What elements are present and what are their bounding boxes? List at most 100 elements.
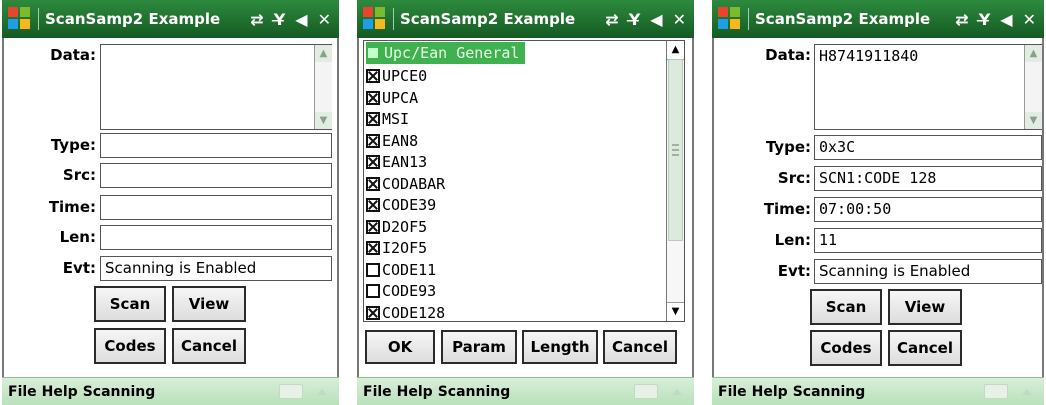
data-textarea[interactable] (100, 44, 332, 130)
screen-scan-form-empty: ScanSamp2 Example ⇄ Y̶ ◀ ✕ Data: ▲ ▼ Type… (2, 0, 339, 405)
list-group-header[interactable]: Upc/Ean General (366, 42, 526, 64)
menu-scanning[interactable]: Scanning (83, 384, 156, 400)
close-icon[interactable]: ✕ (318, 10, 331, 29)
title-bar: ScanSamp2 Example ⇄ Y̶ ◀ ✕ (357, 0, 694, 38)
signal-off-icon[interactable]: Y̶ (629, 10, 641, 29)
list-item[interactable]: CODE93 (366, 280, 436, 302)
time-field[interactable]: 07:00:50 (814, 197, 1042, 222)
checkbox-checked-icon[interactable] (366, 133, 380, 148)
len-label: Len: (774, 231, 811, 249)
volume-icon[interactable]: ◀ (295, 10, 307, 29)
windows-start-icon[interactable] (718, 7, 742, 31)
checkbox-checked-icon[interactable] (366, 198, 380, 212)
title-bar: ScanSamp2 Example ⇄ Y̶ ◀ ✕ (2, 0, 339, 38)
list-item[interactable]: EAN13 (366, 151, 427, 173)
time-field[interactable] (100, 195, 332, 220)
view-button[interactable]: View (888, 289, 962, 325)
type-field[interactable]: 0x3C (814, 135, 1042, 160)
data-textarea[interactable]: H8741911840 (814, 44, 1042, 130)
close-icon[interactable]: ✕ (1023, 10, 1036, 29)
list-item[interactable]: I2OF5 (366, 237, 427, 259)
title-separator (393, 8, 394, 30)
evt-field[interactable]: Scanning is Enabled (814, 259, 1042, 284)
data-scrollbar[interactable]: ▲ ▼ (1024, 45, 1042, 129)
scroll-up-icon[interactable]: ▲ (667, 41, 684, 60)
input-panel-caret-icon[interactable] (1022, 388, 1032, 395)
keyboard-icon[interactable] (634, 384, 658, 399)
scan-button[interactable]: Scan (810, 289, 882, 325)
ok-button[interactable]: OK (365, 330, 435, 364)
list-item[interactable]: EAN8 (366, 130, 418, 152)
cancel-button[interactable]: Cancel (172, 328, 246, 364)
connectivity-icon[interactable]: ⇄ (605, 10, 618, 29)
checkbox-checked-icon[interactable] (366, 241, 380, 255)
menu-scanning[interactable]: Scanning (793, 384, 866, 400)
connectivity-icon[interactable]: ⇄ (955, 10, 968, 29)
close-icon[interactable]: ✕ (673, 10, 686, 29)
signal-off-icon[interactable]: Y̶ (979, 10, 991, 29)
checkbox-checked-icon[interactable] (366, 69, 380, 83)
checkbox-checked-icon[interactable] (366, 219, 380, 234)
cancel-button[interactable]: Cancel (603, 330, 677, 364)
menu-file[interactable]: File (8, 384, 37, 400)
menu-help[interactable]: Help (752, 384, 788, 400)
list-item[interactable]: CODE11 (366, 259, 436, 281)
data-scrollbar[interactable]: ▲ ▼ (314, 45, 332, 129)
src-field[interactable] (100, 163, 332, 188)
checkbox-checked-icon[interactable] (366, 305, 380, 320)
codes-button[interactable]: Codes (810, 330, 882, 366)
list-scrollbar[interactable]: ▲ ▼ (666, 41, 684, 321)
keyboard-icon[interactable] (279, 384, 303, 399)
windows-start-icon[interactable] (8, 7, 32, 31)
codes-button[interactable]: Codes (94, 328, 166, 364)
len-field[interactable] (100, 225, 332, 250)
list-item[interactable]: D2OF5 (366, 216, 427, 238)
scroll-down-icon[interactable]: ▼ (1025, 112, 1042, 129)
volume-icon[interactable]: ◀ (1000, 10, 1012, 29)
checkbox-checked-icon[interactable] (366, 155, 380, 169)
title-separator (748, 8, 749, 30)
connectivity-icon[interactable]: ⇄ (250, 10, 263, 29)
scan-button[interactable]: Scan (94, 286, 166, 322)
view-button[interactable]: View (172, 286, 246, 322)
src-label: Src: (777, 169, 811, 187)
scroll-up-icon[interactable]: ▲ (315, 45, 332, 62)
list-item[interactable]: CODABAR (366, 173, 445, 195)
evt-field[interactable]: Scanning is Enabled (100, 256, 332, 281)
list-item[interactable]: CODE128 (366, 302, 445, 321)
checkbox-checked-icon[interactable] (366, 112, 380, 126)
windows-start-icon[interactable] (363, 7, 387, 31)
checkbox-unchecked-icon[interactable] (366, 284, 380, 298)
list-item[interactable]: MSI (366, 108, 409, 130)
type-field[interactable] (100, 133, 332, 158)
len-field[interactable]: 11 (814, 228, 1042, 253)
scroll-down-icon[interactable]: ▼ (667, 302, 684, 321)
menu-file[interactable]: File (363, 384, 392, 400)
input-panel-caret-icon[interactable] (672, 388, 682, 395)
list-item[interactable]: UPCA (366, 87, 418, 109)
menu-help[interactable]: Help (42, 384, 78, 400)
screen-code-list: ScanSamp2 Example ⇄ Y̶ ◀ ✕ Upc/Ean Gener… (357, 0, 694, 405)
menu-scanning[interactable]: Scanning (438, 384, 511, 400)
signal-off-icon[interactable]: Y̶ (274, 10, 286, 29)
checkbox-checked-icon[interactable] (366, 176, 380, 191)
symbology-list[interactable]: Upc/Ean General UPCE0 UPCA MSI EAN8 EAN13 COD… (363, 40, 685, 322)
scroll-down-icon[interactable]: ▼ (315, 112, 332, 129)
keyboard-icon[interactable] (984, 384, 1008, 399)
length-button[interactable]: Length (522, 330, 598, 364)
menu-file[interactable]: File (718, 384, 747, 400)
volume-icon[interactable]: ◀ (650, 10, 662, 29)
cancel-button[interactable]: Cancel (888, 330, 962, 366)
list-item-label: EAN8 (382, 131, 419, 150)
param-button[interactable]: Param (441, 330, 517, 364)
list-item[interactable]: CODE39 (366, 194, 436, 216)
checkbox-unchecked-icon[interactable] (366, 262, 380, 277)
src-field[interactable]: SCN1:CODE 128 (814, 166, 1042, 191)
scroll-up-icon[interactable]: ▲ (1025, 45, 1042, 62)
scroll-thumb[interactable] (668, 59, 683, 241)
menu-help[interactable]: Help (397, 384, 433, 400)
list-item[interactable]: UPCE0 (366, 65, 427, 87)
list-item-label: EAN13 (382, 153, 428, 171)
checkbox-checked-icon[interactable] (366, 90, 380, 105)
input-panel-caret-icon[interactable] (317, 388, 327, 395)
